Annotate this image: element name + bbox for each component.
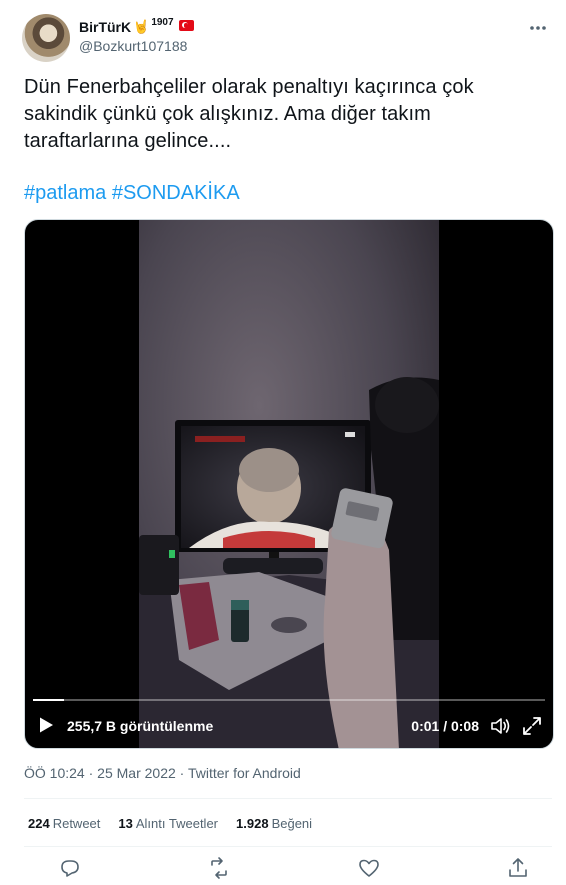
hashtag-sondakika[interactable]: #SONDAKİKA (112, 182, 240, 204)
stat-count: 224 (28, 816, 50, 831)
share-icon (509, 858, 527, 877)
tweet-header: BirTürK 🤘 1907 @Bozkurt107188 (22, 14, 552, 64)
stat-label: Alıntı Tweetler (135, 816, 219, 831)
retweet-icon (211, 857, 228, 879)
video-controls: 255,7 B görüntülenme 0:01 / 0:08 (25, 710, 553, 742)
badge-year: 1907 (151, 17, 174, 28)
fullscreen-icon (523, 717, 541, 735)
view-count: 255,7 B görüntülenme (67, 718, 214, 734)
tweet-meta: ÖÖ 10:24 · 25 Mar 2022 · Twitter for And… (24, 765, 301, 781)
video-progress-bar[interactable] (33, 699, 545, 701)
video-timecode: 0:01 / 0:08 (411, 718, 479, 734)
divider (24, 846, 552, 847)
tweet-source[interactable]: Twitter for Android (188, 765, 301, 781)
video-frame (139, 220, 439, 748)
meta-separator: · (179, 765, 185, 781)
author-names: BirTürK 🤘 1907 @Bozkurt107188 (79, 18, 194, 55)
stat-count: 1.928 (236, 816, 269, 831)
fullscreen-button[interactable] (521, 715, 543, 737)
play-button[interactable] (37, 716, 55, 734)
divider (24, 798, 552, 799)
turkey-flag-icon (178, 20, 194, 31)
quote-tweet-count[interactable]: 13 Alıntı Tweetler (118, 816, 218, 831)
reply-button[interactable] (58, 856, 82, 880)
more-icon (530, 26, 546, 30)
video-progress-fill (33, 699, 64, 701)
like-icon (358, 859, 379, 877)
retweet-button[interactable] (207, 856, 231, 880)
avatar[interactable] (22, 14, 70, 62)
share-button[interactable] (506, 856, 530, 880)
like-count[interactable]: 1.928 Beğeni (236, 816, 312, 831)
tweet-time[interactable]: ÖÖ 10:24 (24, 765, 85, 781)
tweet-date[interactable]: 25 Mar 2022 (97, 765, 176, 781)
author-handle[interactable]: @Bozkurt107188 (79, 37, 194, 55)
stat-count: 13 (118, 816, 133, 831)
stat-label: Beğeni (271, 816, 313, 831)
volume-button[interactable] (489, 715, 511, 737)
like-button[interactable] (357, 856, 381, 880)
retweet-count[interactable]: 224 Retweet (28, 816, 100, 831)
hashtag-patlama[interactable]: #patlama (24, 182, 106, 204)
meta-separator: · (88, 765, 94, 781)
play-icon (40, 717, 53, 733)
tweet-text: Dün Fenerbahçeliler olarak penaltıyı kaç… (24, 76, 474, 152)
display-name-text: BirTürK (79, 19, 132, 35)
more-options-button[interactable] (524, 18, 552, 38)
rock-hand-emoji-icon: 🤘 (133, 19, 150, 34)
tweet-stats: 224 Retweet 13 Alıntı Tweetler 1.928 Beğeni (28, 816, 312, 831)
reply-icon (61, 860, 79, 877)
video-still-image (139, 220, 439, 748)
stat-label: Retweet (52, 816, 101, 831)
volume-icon (491, 718, 510, 734)
tweet-action-bar (58, 856, 530, 882)
hashtags: #patlama #SONDAKİKA (24, 180, 240, 207)
video-player[interactable]: 255,7 B görüntülenme 0:01 / 0:08 (24, 219, 554, 749)
author-display-name[interactable]: BirTürK 🤘 1907 (79, 18, 194, 36)
